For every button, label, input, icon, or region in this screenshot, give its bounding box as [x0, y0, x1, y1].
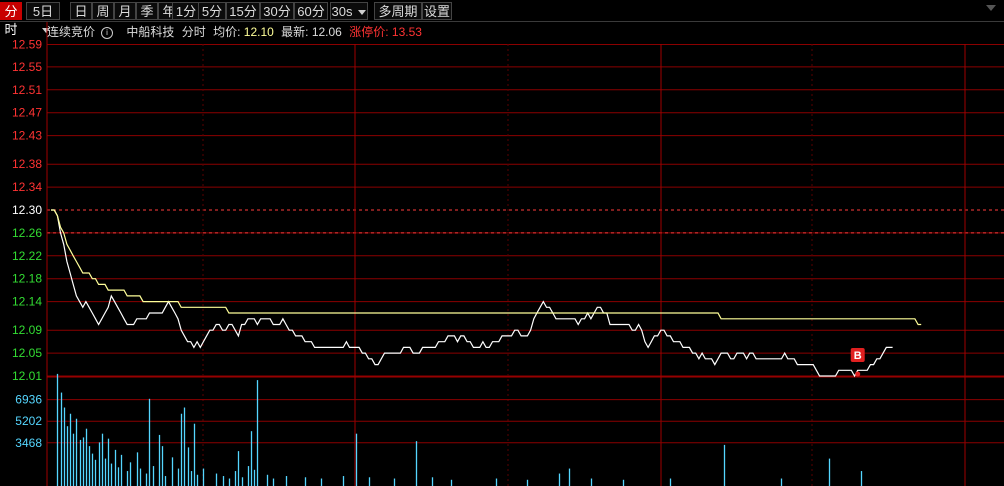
price-tick-label: 12.47 [12, 106, 42, 120]
price-tick-label: 12.18 [12, 272, 42, 286]
price-tick-label: 12.05 [12, 346, 42, 360]
price-tick-label: 12.22 [12, 249, 42, 263]
price-tick-label: 12.26 [12, 226, 42, 240]
intraday-chart[interactable]: 12.59 12.55 12.51 12.47 12.43 12.38 12.34 12.30… [0, 0, 1004, 486]
price-tick-label: 12.59 [12, 38, 42, 52]
price-tick-label: 12.51 [12, 83, 42, 97]
volume-tick-label: 3468 [15, 436, 42, 450]
volume-tick-label: 5202 [15, 414, 42, 428]
average-price-line [51, 209, 922, 326]
volume-tick-label: 6936 [15, 393, 42, 407]
price-tick-label: 12.38 [12, 157, 42, 171]
price-tick-label: 12.34 [12, 180, 42, 194]
price-tick-label: 12.14 [12, 295, 42, 309]
price-tick-label: 12.43 [12, 129, 42, 143]
price-tick-label: 12.55 [12, 60, 42, 74]
buy-marker-label: B [854, 350, 862, 362]
price-tick-label: 12.30 [12, 203, 42, 217]
price-tick-label: 12.09 [12, 323, 42, 337]
price-line [51, 209, 893, 378]
buy-marker-dot [855, 371, 861, 377]
price-tick-label: 12.01 [12, 369, 42, 383]
